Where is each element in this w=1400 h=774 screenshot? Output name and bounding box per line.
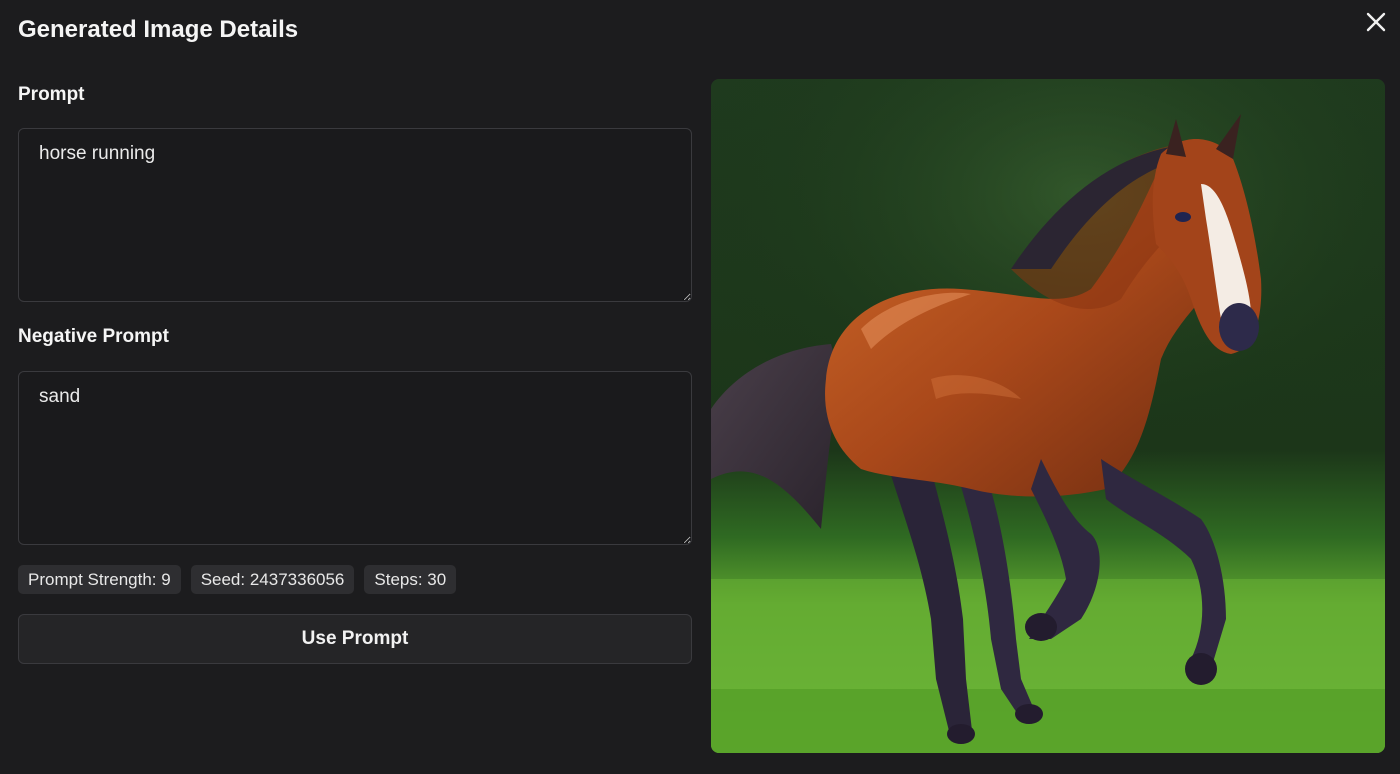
prompt-strength-badge: Prompt Strength: 9 <box>18 565 181 594</box>
close-button[interactable] <box>1362 8 1390 36</box>
prompt-label: Prompt <box>18 84 85 105</box>
use-prompt-button[interactable]: Use Prompt <box>18 614 692 664</box>
horse-image <box>711 79 1385 753</box>
close-icon <box>1366 12 1386 32</box>
negative-prompt-label: Negative Prompt <box>18 326 169 347</box>
modal-title: Generated Image Details <box>18 16 299 43</box>
steps-badge: Steps: 30 <box>364 565 457 594</box>
negative-prompt-textarea[interactable]: sand <box>18 371 692 545</box>
details-panel: Prompt horse running Negative Prompt san… <box>18 80 692 664</box>
prompt-textarea[interactable]: horse running <box>18 128 692 302</box>
image-details-modal: Generated Image Details Prompt horse run… <box>0 0 1400 774</box>
seed-badge: Seed: 2437336056 <box>190 565 355 594</box>
generated-image <box>711 79 1385 753</box>
generation-params: Prompt Strength: 9 Seed: 2437336056 Step… <box>18 565 692 594</box>
